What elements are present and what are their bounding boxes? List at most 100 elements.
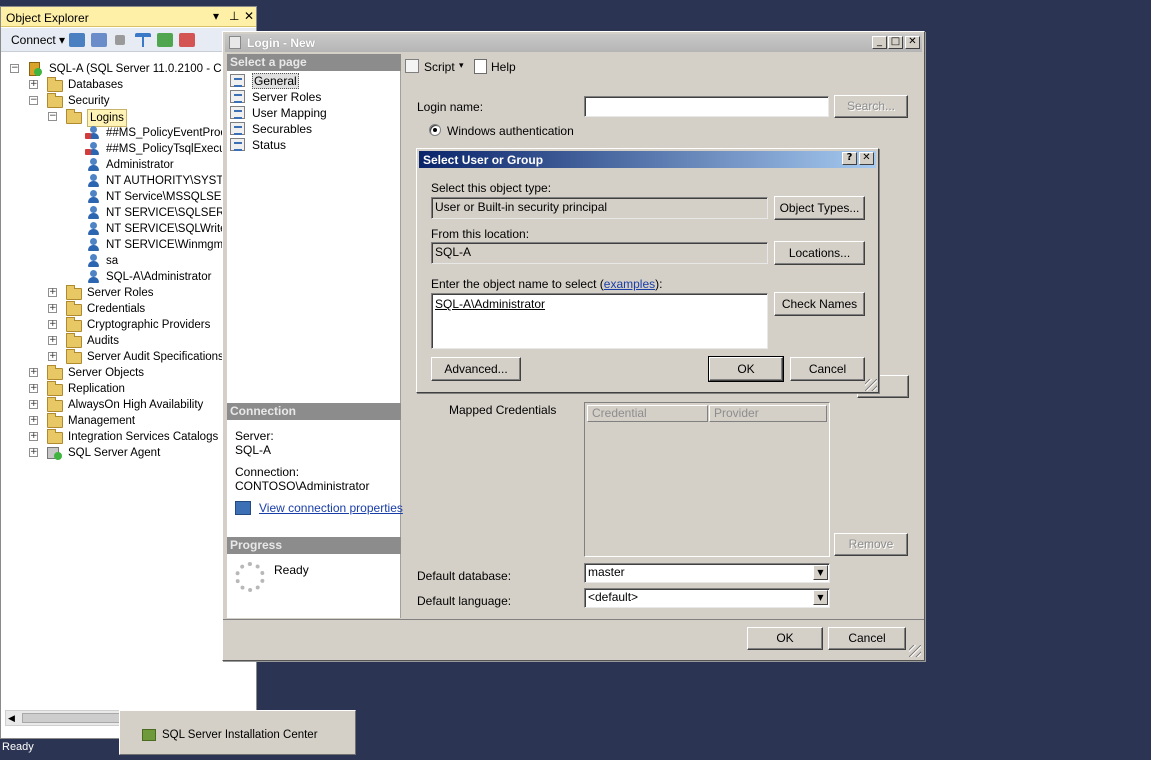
tree-node[interactable]: + Audits: [1, 333, 256, 349]
check-names-button[interactable]: Check Names: [774, 292, 865, 316]
tree-node[interactable]: + Management: [1, 413, 256, 429]
collapse-icon[interactable]: −: [10, 64, 19, 73]
login-dialog-title-bar[interactable]: Login - New _ □ ✕: [225, 34, 922, 52]
view-connection-properties-link[interactable]: View connection properties: [259, 501, 403, 515]
default-language-select[interactable]: <default> ▼: [584, 588, 830, 608]
tree-node[interactable]: Administrator: [1, 157, 256, 173]
tree-node[interactable]: − Logins: [1, 109, 256, 127]
script-dropdown-icon[interactable]: ▾: [459, 60, 464, 71]
select-cancel-button[interactable]: Cancel: [790, 357, 865, 381]
minimize-button[interactable]: _: [872, 36, 887, 49]
tree-node-label: Replication: [68, 383, 125, 395]
examples-link[interactable]: examples: [604, 277, 655, 291]
script-icon[interactable]: [405, 59, 419, 73]
expand-icon[interactable]: +: [29, 400, 38, 409]
tree-node[interactable]: − SQL-A (SQL Server 11.0.2100 - CON: [1, 61, 256, 77]
grid-header-provider[interactable]: Provider: [709, 405, 827, 422]
windows-auth-radio[interactable]: [429, 124, 441, 136]
tree-node-label: SQL-A\Administrator: [106, 271, 212, 283]
close-button[interactable]: ✕: [859, 152, 874, 165]
close-icon[interactable]: ✕: [244, 9, 254, 23]
collapse-icon[interactable]: −: [29, 96, 38, 105]
tree-node[interactable]: ##MS_PolicyTsqlExecuti: [1, 141, 256, 157]
object-types-button[interactable]: Object Types...: [774, 196, 865, 220]
stop-icon[interactable]: [115, 35, 125, 45]
select-page-pane: Select a page General Server Roles User Ma…: [227, 54, 403, 618]
login-cancel-button[interactable]: Cancel: [828, 627, 906, 650]
connect-button[interactable]: Connect ▾: [11, 33, 65, 47]
help-button[interactable]: Help: [491, 60, 516, 74]
object-explorer-panel: Object Explorer ▾ ⊥ ✕ Connect ▾ − SQL-A (…: [0, 6, 257, 739]
activity-monitor-icon[interactable]: [179, 33, 195, 47]
footer-divider: [223, 619, 924, 620]
tree-node[interactable]: + Credentials: [1, 301, 256, 317]
expand-icon[interactable]: +: [29, 448, 38, 457]
help-button[interactable]: ?: [842, 152, 857, 165]
scrollbar-thumb[interactable]: [22, 713, 122, 723]
page-icon: [230, 138, 245, 151]
chevron-down-icon[interactable]: ▼: [813, 590, 828, 605]
tree-node[interactable]: + Cryptographic Providers: [1, 317, 256, 333]
expand-icon[interactable]: +: [48, 336, 57, 345]
grid-header-credential[interactable]: Credential: [587, 405, 708, 422]
help-icon[interactable]: [474, 59, 487, 74]
tree-node-label: Management: [68, 415, 136, 427]
tree-node[interactable]: + SQL Server Agent: [1, 445, 256, 461]
scroll-left-icon[interactable]: ◀: [8, 713, 15, 724]
select-ok-button[interactable]: OK: [708, 356, 784, 382]
expand-icon[interactable]: +: [48, 304, 57, 313]
select-dialog-title-bar[interactable]: Select User or Group ? ✕: [419, 151, 876, 168]
tree-node[interactable]: + AlwaysOn High Availability: [1, 397, 256, 413]
close-button[interactable]: ✕: [905, 36, 920, 49]
tree-node[interactable]: + Replication: [1, 381, 256, 397]
tree-node[interactable]: ##MS_PolicyEventProce: [1, 125, 256, 141]
login-ok-button[interactable]: OK: [747, 627, 823, 650]
connect-object-explorer-icon[interactable]: [69, 33, 85, 47]
chevron-down-icon[interactable]: ▼: [813, 565, 828, 580]
locations-button[interactable]: Locations...: [774, 241, 865, 265]
expand-icon[interactable]: +: [48, 288, 57, 297]
maximize-button[interactable]: □: [888, 36, 903, 49]
expand-icon[interactable]: +: [48, 352, 57, 361]
tree-node[interactable]: NT SERVICE\SQLSERVER: [1, 205, 256, 221]
expand-icon[interactable]: +: [48, 320, 57, 329]
expand-icon[interactable]: +: [29, 432, 38, 441]
panel-menu-icon[interactable]: ▾: [213, 9, 219, 23]
tree-node[interactable]: NT AUTHORITY\SYSTEM: [1, 173, 256, 189]
script-button[interactable]: Script: [424, 60, 455, 74]
taskbar-installation-center[interactable]: SQL Server Installation Center: [119, 710, 356, 755]
page-item-label: Securables: [252, 122, 313, 136]
folder-icon: [66, 317, 82, 332]
refresh-icon[interactable]: [157, 33, 173, 47]
tree-node[interactable]: SQL-A\Administrator: [1, 269, 256, 285]
search-button[interactable]: Search...: [834, 95, 908, 118]
progress-spinner-icon: [235, 562, 265, 592]
resize-grip-icon[interactable]: [865, 379, 877, 391]
advanced-button[interactable]: Advanced...: [431, 357, 521, 381]
expand-icon[interactable]: +: [29, 80, 38, 89]
pin-icon[interactable]: ⊥: [229, 9, 239, 23]
tree-node[interactable]: + Integration Services Catalogs: [1, 429, 256, 445]
folder-icon: [66, 285, 82, 300]
tree-node[interactable]: − Security: [1, 93, 256, 109]
default-database-select[interactable]: master ▼: [584, 563, 830, 583]
remove-button[interactable]: Remove: [834, 533, 908, 556]
tree-node[interactable]: + Databases: [1, 77, 256, 93]
login-name-input[interactable]: [584, 96, 829, 117]
object-name-textarea[interactable]: SQL-A\Administrator: [431, 293, 768, 349]
filter-icon[interactable]: [135, 33, 151, 47]
disconnect-icon[interactable]: [91, 33, 107, 47]
tree-node[interactable]: + Server Audit Specifications: [1, 349, 256, 365]
collapse-icon[interactable]: −: [48, 112, 57, 121]
tree-node[interactable]: NT Service\MSSQLSERVE: [1, 189, 256, 205]
expand-icon[interactable]: +: [29, 384, 38, 393]
tree-node[interactable]: NT SERVICE\SQLWriter: [1, 221, 256, 237]
expand-icon[interactable]: +: [29, 416, 38, 425]
mapped-credentials-grid[interactable]: Credential Provider: [584, 402, 830, 557]
tree-node[interactable]: sa: [1, 253, 256, 269]
expand-icon[interactable]: +: [29, 368, 38, 377]
resize-grip-icon[interactable]: [909, 645, 921, 657]
tree-node[interactable]: + Server Roles: [1, 285, 256, 301]
tree-node[interactable]: + Server Objects: [1, 365, 256, 381]
tree-node[interactable]: NT SERVICE\Winmgmt: [1, 237, 256, 253]
